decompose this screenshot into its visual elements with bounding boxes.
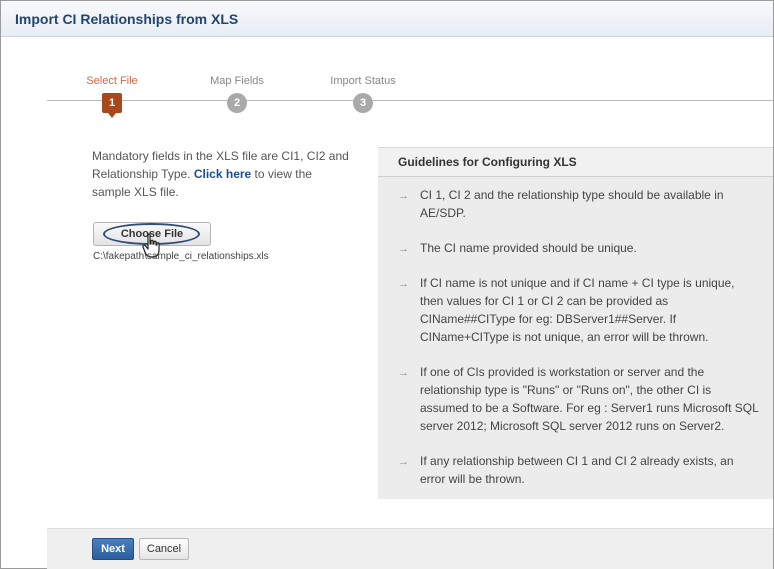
guidelines-panel: Guidelines for Configuring XLS → CI 1, CI… [378, 147, 773, 499]
list-item: → If CI name is not unique and if CI name… [398, 276, 735, 344]
guidelines-title: Guidelines for Configuring XLS [378, 148, 773, 177]
import-dialog: Import CI Relationships from XLS Select … [0, 0, 774, 569]
arrow-right-icon: → [398, 278, 409, 290]
list-item: → If one of CIs provided is workstation o… [398, 365, 759, 433]
arrow-right-icon: → [398, 367, 409, 379]
mandatory-fields-text: Mandatory fields in the XLS file are CI1… [92, 149, 349, 199]
step-number: 1 [102, 93, 122, 118]
dialog-titlebar: Import CI Relationships from XLS [1, 1, 773, 37]
wizard-step-select-file[interactable]: Select File 1 [52, 75, 172, 118]
next-button[interactable]: Next [92, 538, 134, 560]
wizard-step-import-status[interactable]: Import Status 3 [303, 75, 423, 113]
dialog-footer: Next Cancel [47, 528, 773, 569]
list-item: → If any relationship between CI 1 and CI… [398, 454, 734, 486]
selected-file-path: C:\fakepath\sample_ci_relationships.xls [93, 251, 269, 262]
arrow-right-icon: → [398, 456, 409, 468]
list-item: → The CI name provided should be unique. [398, 239, 760, 257]
dialog-title: Import CI Relationships from XLS [15, 11, 239, 27]
arrow-right-icon: → [398, 190, 409, 202]
step-number: 3 [353, 93, 373, 113]
step-label: Select File [86, 75, 138, 87]
step-label: Map Fields [210, 75, 264, 87]
cancel-button[interactable]: Cancel [139, 538, 189, 560]
guidelines-list: → CI 1, CI 2 and the relationship type sh… [398, 186, 760, 505]
arrow-right-icon: → [398, 243, 409, 255]
step-label: Import Status [330, 75, 396, 87]
wizard-step-map-fields[interactable]: Map Fields 2 [177, 75, 297, 113]
sample-xls-link[interactable]: Click here [194, 167, 251, 181]
step-number: 2 [227, 93, 247, 113]
list-item: → CI 1, CI 2 and the relationship type sh… [398, 188, 724, 220]
